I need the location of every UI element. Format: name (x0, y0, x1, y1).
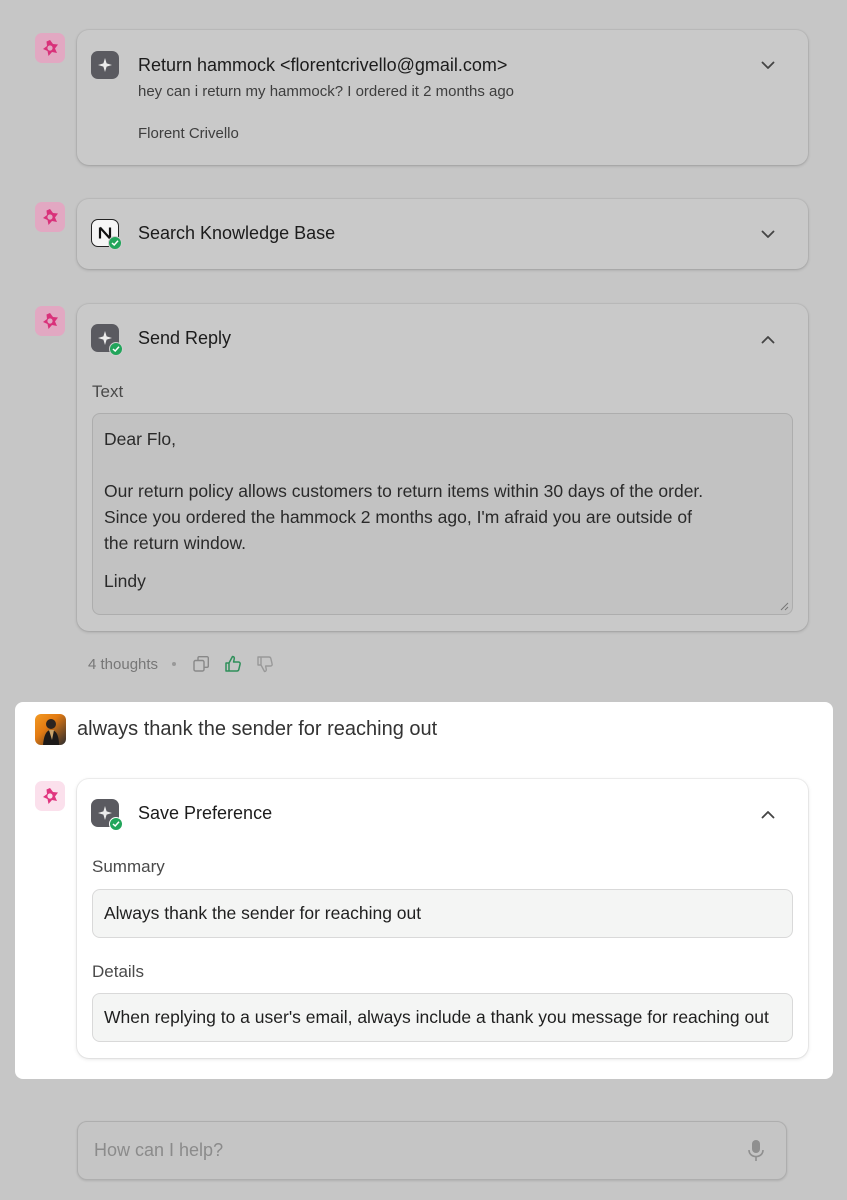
email-sender: Florent Crivello (138, 125, 239, 142)
email-trigger-card[interactable]: Return hammock <florentcrivello@gmail.co… (77, 30, 808, 165)
check-icon (109, 817, 123, 831)
summary-label: Summary (92, 857, 165, 876)
thoughts-toggle[interactable]: 4 thoughts (88, 656, 158, 673)
thumbs-down-icon[interactable] (254, 653, 276, 675)
check-icon (109, 342, 123, 356)
user-photo-icon (43, 719, 59, 745)
save-preference-tool-icon (91, 799, 123, 831)
reply-body-line: Our return policy allows customers to re… (104, 481, 704, 501)
user-avatar (35, 714, 66, 745)
details-label: Details (92, 962, 144, 981)
email-trigger-icon (91, 51, 119, 79)
check-icon (108, 236, 122, 250)
lindy-logo-icon (43, 788, 58, 804)
details-field[interactable]: When replying to a user's email, always … (92, 993, 793, 1042)
agent-avatar (35, 781, 65, 811)
tool-title: Send Reply (138, 328, 232, 348)
chat-composer[interactable] (77, 1121, 787, 1180)
email-subject: Return hammock <florentcrivello@gmail.co… (138, 55, 508, 75)
lindy-logo-icon (43, 313, 58, 329)
copy-icon[interactable] (190, 653, 212, 675)
reply-signoff: Lindy (104, 571, 146, 591)
notion-icon (91, 219, 122, 250)
email-snippet: hey can i return my hammock? I ordered i… (138, 83, 515, 100)
agent-avatar (35, 306, 65, 336)
send-reply-tool-icon (91, 324, 123, 356)
summary-field[interactable]: Always thank the sender for reaching out (92, 889, 793, 938)
agent-avatar (35, 202, 65, 232)
thumbs-up-icon[interactable] (222, 653, 244, 675)
lindy-logo-icon (43, 40, 58, 56)
tool-title: Search Knowledge Base (138, 223, 336, 243)
chat-input[interactable] (94, 1122, 734, 1179)
reply-body-line: Since you ordered the hammock 2 months a… (104, 507, 692, 527)
resize-handle-icon[interactable] (779, 601, 789, 611)
text-field-label: Text (92, 382, 124, 401)
microphone-icon[interactable] (746, 1139, 766, 1163)
chevron-up-icon[interactable] (758, 804, 778, 824)
chevron-down-icon[interactable] (758, 224, 778, 244)
search-knowledge-base-card[interactable]: Search Knowledge Base (77, 199, 808, 269)
save-preference-card: Save Preference Summary Always thank the… (77, 779, 808, 1058)
agent-avatar (35, 33, 65, 63)
tool-title: Save Preference (138, 803, 273, 823)
separator-dot (172, 662, 177, 666)
chevron-down-icon[interactable] (758, 55, 778, 75)
lindy-logo-icon (43, 209, 58, 225)
reply-body-line: the return window. (104, 533, 247, 553)
user-message: always thank the sender for reaching out (77, 718, 438, 740)
reply-greeting: Dear Flo, (104, 429, 176, 449)
reply-text-area[interactable]: Dear Flo, Our return policy allows custo… (92, 413, 793, 615)
thoughts-bar: 4 thoughts (88, 652, 276, 676)
chevron-up-icon[interactable] (758, 329, 778, 349)
send-reply-card: Send Reply Text Dear Flo, Our return pol… (77, 304, 808, 631)
